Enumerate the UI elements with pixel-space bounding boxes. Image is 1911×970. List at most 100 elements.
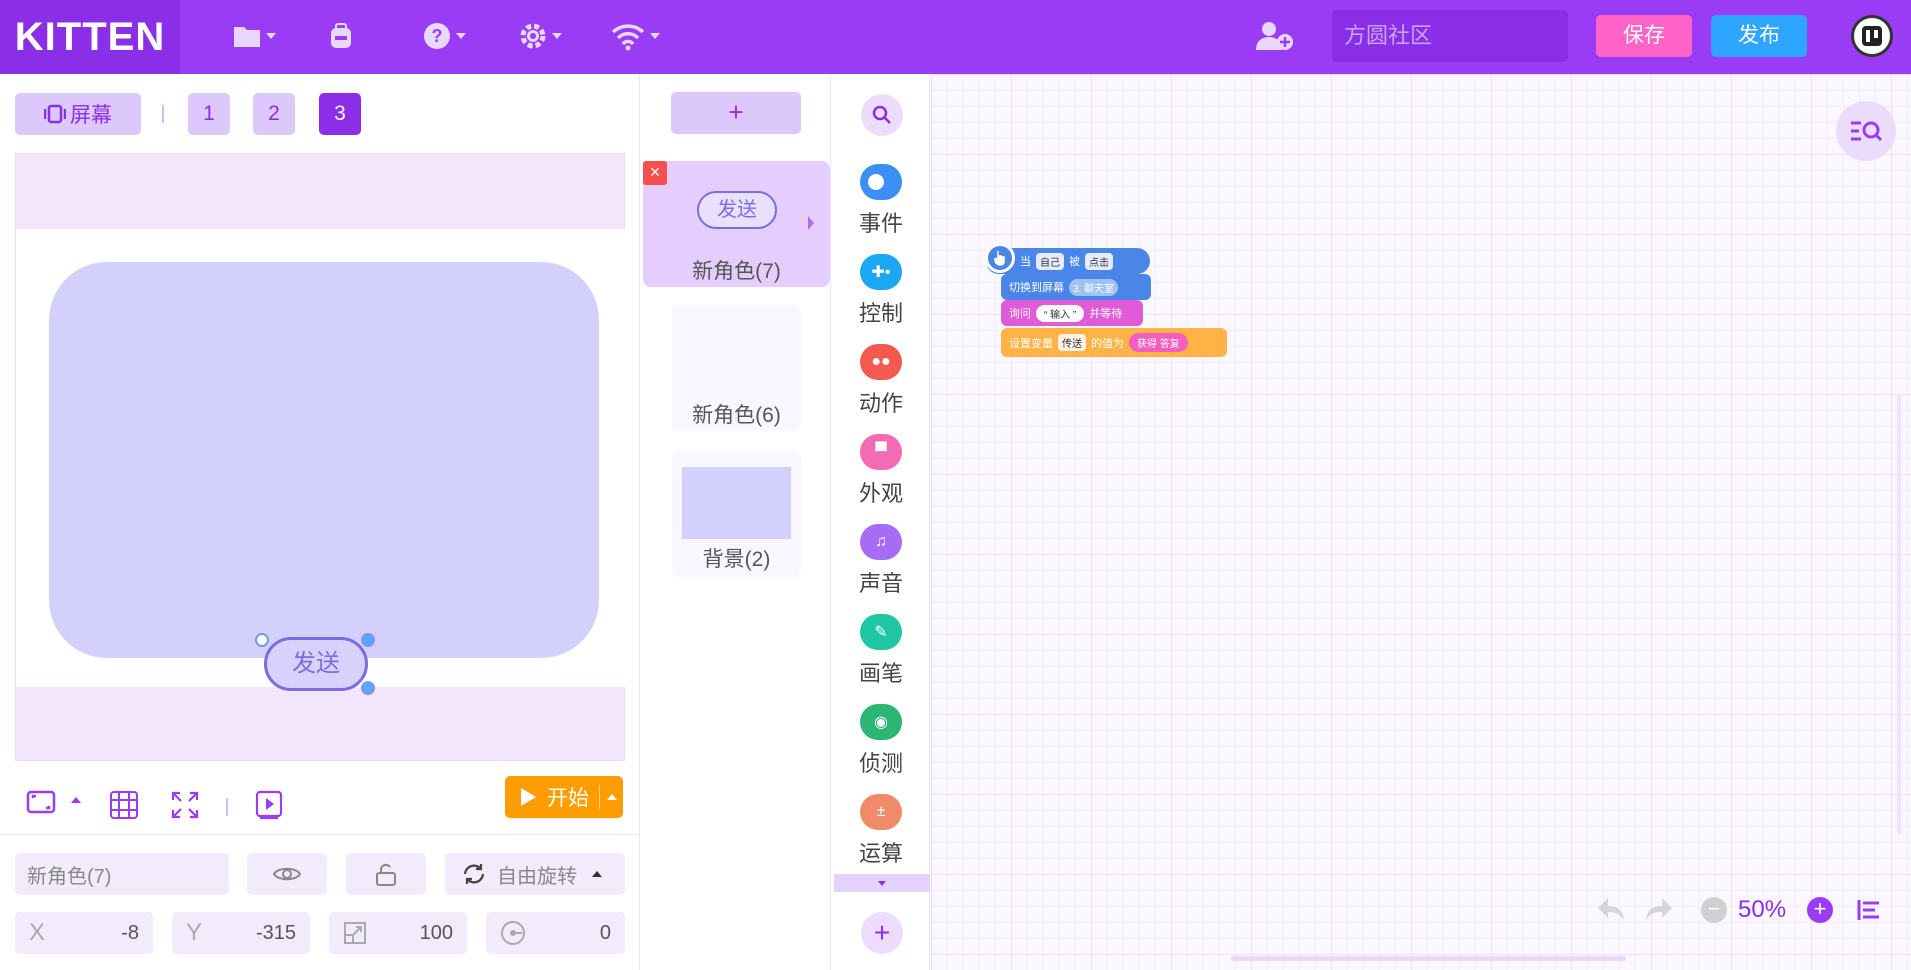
get-answer-reporter[interactable]: 获得 答复 (1129, 333, 1188, 352)
variable-dropdown[interactable]: 传送 (1058, 334, 1086, 351)
event-dropdown[interactable]: 点击 (1085, 252, 1113, 270)
direction-value: 0 (599, 921, 611, 944)
fullscreen-button[interactable] (170, 790, 200, 820)
unlock-icon (376, 863, 396, 886)
y-value: -315 (255, 921, 296, 944)
backpack-button[interactable] (326, 17, 356, 55)
screen-dropdown[interactable]: 3. 聊天室 (1069, 278, 1119, 296)
background-card[interactable]: 背景(2) (672, 451, 801, 577)
block-text: 切换到屏幕 (1009, 282, 1064, 294)
category-motion[interactable]: ●● 动作 (832, 344, 930, 424)
stage-size-button[interactable] (26, 790, 56, 814)
add-collaborator-button[interactable] (1254, 17, 1294, 55)
zoom-out-button[interactable]: − (1701, 897, 1727, 923)
category-label: 控制 (858, 301, 903, 326)
community-search-input[interactable]: 方圆社区 (1332, 10, 1568, 62)
target-dropdown[interactable]: 自己 (1036, 252, 1064, 270)
size-value: 100 (419, 921, 453, 944)
add-sprite-button[interactable]: + (671, 92, 801, 134)
sprite-card[interactable]: 新角色(6) (672, 305, 801, 431)
ask-block[interactable]: 询问 “ 输入 ” 并等待 (1001, 300, 1143, 326)
horizontal-scrollbar[interactable] (1231, 956, 1626, 961)
visibility-toggle[interactable] (247, 853, 327, 895)
sprite-menu-handle[interactable] (255, 633, 269, 647)
backpack-icon (331, 23, 351, 48)
category-looks[interactable]: ▀ 外观 (832, 434, 930, 514)
delete-sprite-icon[interactable]: × (643, 161, 667, 185)
undo-button[interactable] (1596, 896, 1626, 927)
caret-up-icon (71, 797, 81, 803)
avatar[interactable] (1851, 15, 1893, 57)
x-value: -8 (121, 921, 139, 944)
sprite-resize-handle[interactable] (361, 681, 375, 695)
category-control[interactable]: ✚• 控制 (832, 254, 930, 334)
lock-toggle[interactable] (346, 853, 426, 895)
sprite-card-label: 新角色(7) (692, 260, 781, 283)
send-sprite[interactable]: 发送 (264, 637, 368, 691)
add-extension-button[interactable]: + (861, 912, 903, 954)
redo-button[interactable] (1644, 896, 1674, 927)
stage-size-caret[interactable] (70, 796, 82, 804)
code-workspace[interactable]: 当 自己 被 点击 切换到屏幕 3. 聊天室 询问 “ 输入 ” 并等待 设置变… (931, 74, 1911, 970)
ghost-icon: ●● (860, 344, 902, 380)
publish-button[interactable]: 发布 (1711, 15, 1807, 57)
fullscreen-icon (171, 791, 199, 819)
category-label: 动作 (858, 391, 903, 416)
stage-canvas[interactable]: 发送 (15, 153, 626, 761)
ask-text-input[interactable]: “ 输入 ” (1036, 304, 1085, 322)
set-variable-block[interactable]: 设置变量 传送 的值为 获得 答复 (1001, 328, 1227, 357)
screen-tab-2[interactable]: 2 (253, 93, 295, 135)
eye-icon (272, 867, 302, 881)
category-label: 侦测 (858, 751, 903, 776)
x-position-input[interactable]: X -8 (15, 912, 153, 954)
direction-input[interactable]: 0 (486, 912, 625, 954)
category-pen[interactable]: ✎ 画笔 (832, 614, 930, 694)
screen-tab-3[interactable]: 3 (319, 93, 361, 135)
settings-icon (520, 23, 546, 49)
network-menu[interactable] (610, 17, 660, 55)
background-card-label: 背景(2) (702, 548, 771, 571)
block-search-float-button[interactable] (1836, 101, 1896, 161)
stage-screen: 发送 (16, 229, 626, 695)
block-search-button[interactable] (861, 94, 903, 136)
size-input[interactable]: 100 (329, 912, 467, 954)
vertical-scrollbar[interactable] (1897, 394, 1901, 834)
zoom-in-button[interactable]: + (1807, 897, 1833, 923)
rotation-mode-select[interactable]: 自由旋转 (445, 853, 625, 895)
sprite-name-input[interactable]: 新角色(7) (15, 853, 229, 895)
redo-icon (1646, 898, 1672, 920)
block-text: 并等待 (1089, 308, 1123, 320)
category-operators[interactable]: ± 运算 (832, 794, 930, 874)
category-label: 运算 (858, 841, 903, 866)
grid-toggle-button[interactable] (109, 790, 139, 820)
category-sensing[interactable]: ◉ 侦测 (832, 704, 930, 784)
switch-screen-block[interactable]: 切换到屏幕 3. 聊天室 (1001, 274, 1151, 300)
hand-click-icon (985, 243, 1015, 273)
calculator-icon: ± (860, 794, 902, 830)
category-scroll-down[interactable] (834, 874, 930, 892)
sprite-rotate-handle[interactable] (361, 633, 375, 647)
save-button[interactable]: 保存 (1596, 15, 1692, 57)
sprite-card[interactable]: 发送 新角色(7) (643, 161, 830, 287)
file-menu[interactable] (232, 17, 276, 55)
divider (0, 834, 640, 835)
settings-menu[interactable] (518, 17, 562, 55)
play-icon (521, 788, 536, 806)
top-bar: KITTEN ? 方圆社区 保存 发布 (0, 0, 1911, 74)
sprite-thumbnail: 发送 (697, 191, 777, 229)
preview-button[interactable] (254, 790, 284, 820)
caret-up-icon (607, 794, 617, 800)
align-blocks-button[interactable] (1857, 899, 1883, 926)
y-position-input[interactable]: Y -315 (172, 912, 310, 954)
category-label: 画笔 (858, 661, 903, 686)
category-events[interactable]: 事件 (832, 164, 930, 244)
caret-up-icon (592, 871, 602, 877)
search-icon (872, 105, 891, 124)
screen-button[interactable]: 屏幕 (15, 93, 141, 135)
start-button[interactable]: 开始 (505, 776, 623, 818)
wifi-icon (611, 24, 645, 51)
help-menu[interactable]: ? (422, 17, 466, 55)
direction-icon (501, 921, 525, 945)
screen-tab-1[interactable]: 1 (188, 93, 230, 135)
category-sound[interactable]: ♫ 声音 (832, 524, 930, 604)
